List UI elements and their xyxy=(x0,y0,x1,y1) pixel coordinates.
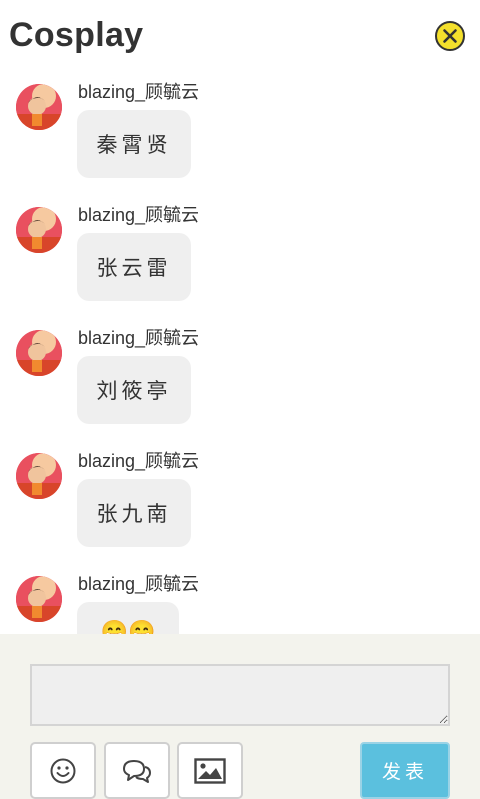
message-item: blazing_顾毓云 张九南 xyxy=(0,447,480,570)
emoji-button[interactable] xyxy=(30,742,96,799)
message-username: blazing_顾毓云 xyxy=(78,574,200,594)
message-bubble: 😁😁 xyxy=(77,602,179,634)
message-item: blazing_顾毓云 😁😁 xyxy=(0,570,480,634)
header: Cosplay xyxy=(0,0,480,78)
chat-bubbles-icon xyxy=(123,759,151,783)
message-username: blazing_顾毓云 xyxy=(78,328,200,348)
message-bubble: 秦霄贤 xyxy=(77,110,191,178)
close-button[interactable] xyxy=(435,21,465,51)
chat-button[interactable] xyxy=(104,742,170,799)
avatar[interactable] xyxy=(16,207,62,253)
close-icon xyxy=(443,29,457,43)
message-item: blazing_顾毓云 张云雷 xyxy=(0,201,480,324)
image-button[interactable] xyxy=(177,742,243,799)
message-username: blazing_顾毓云 xyxy=(78,82,200,102)
message-bubble: 张云雷 xyxy=(77,233,191,301)
avatar[interactable] xyxy=(16,453,62,499)
message-username: blazing_顾毓云 xyxy=(78,451,200,471)
image-icon xyxy=(194,757,226,784)
send-button[interactable]: 发表 xyxy=(360,742,450,799)
message-item: blazing_顾毓云 秦霄贤 xyxy=(0,78,480,201)
message-list[interactable]: blazing_顾毓云 秦霄贤 blazing_顾毓云 张云雷 blazing_… xyxy=(0,78,480,634)
message-username: blazing_顾毓云 xyxy=(78,205,200,225)
avatar[interactable] xyxy=(16,330,62,376)
message-input[interactable] xyxy=(30,664,450,726)
message-bubble: 张九南 xyxy=(77,479,191,547)
message-bubble: 刘筱亭 xyxy=(77,356,191,424)
composer-panel: 发表 xyxy=(0,634,480,799)
page-title: Cosplay xyxy=(9,16,144,54)
avatar[interactable] xyxy=(16,84,62,130)
message-item: blazing_顾毓云 刘筱亭 xyxy=(0,324,480,447)
avatar[interactable] xyxy=(16,576,62,622)
emoji-smile-icon xyxy=(50,758,76,783)
